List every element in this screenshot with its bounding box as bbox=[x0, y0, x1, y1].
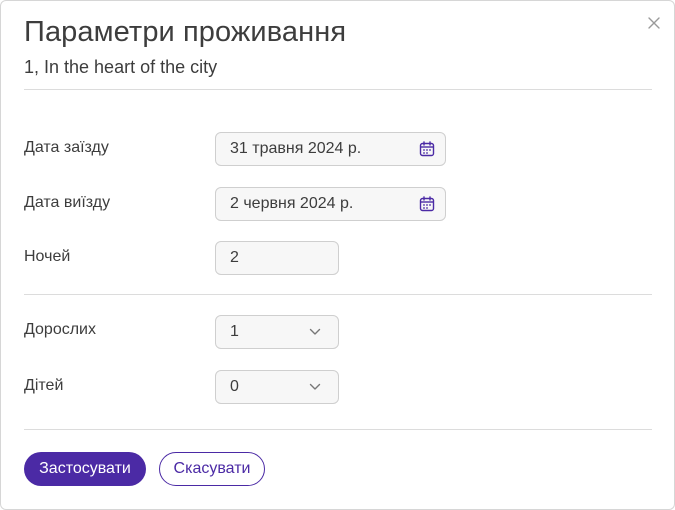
apply-button[interactable]: Застосувати bbox=[24, 452, 146, 486]
header-divider bbox=[24, 89, 652, 90]
checkin-label: Дата заїзду bbox=[24, 139, 109, 156]
footer-divider bbox=[24, 429, 652, 430]
adults-value: 1 bbox=[230, 323, 239, 340]
children-label: Дітей bbox=[24, 377, 64, 394]
children-value: 0 bbox=[230, 378, 239, 395]
nights-value: 2 bbox=[230, 249, 239, 266]
checkin-date-value: 31 травня 2024 р. bbox=[230, 140, 362, 157]
calendar-icon[interactable] bbox=[418, 140, 436, 158]
section-divider bbox=[24, 294, 652, 295]
children-select[interactable]: 0 bbox=[215, 370, 339, 404]
dialog-title: Параметри проживання bbox=[24, 16, 347, 48]
nights-input[interactable]: 2 bbox=[215, 241, 339, 275]
stay-parameters-dialog: Параметри проживання 1, In the heart of … bbox=[0, 0, 675, 510]
nights-label: Ночей bbox=[24, 248, 71, 265]
checkin-date-field[interactable]: 31 травня 2024 р. bbox=[215, 132, 446, 166]
chevron-down-icon bbox=[308, 325, 322, 339]
adults-select[interactable]: 1 bbox=[215, 315, 339, 349]
checkout-label: Дата виїзду bbox=[24, 194, 111, 211]
adults-label: Дорослих bbox=[24, 321, 96, 338]
dialog-subtitle: 1, In the heart of the city bbox=[24, 57, 218, 77]
chevron-down-icon bbox=[308, 380, 322, 394]
close-icon[interactable] bbox=[646, 15, 662, 31]
checkout-date-value: 2 червня 2024 р. bbox=[230, 195, 354, 212]
calendar-icon[interactable] bbox=[418, 195, 436, 213]
cancel-button[interactable]: Скасувати bbox=[159, 452, 265, 486]
checkout-date-field[interactable]: 2 червня 2024 р. bbox=[215, 187, 446, 221]
